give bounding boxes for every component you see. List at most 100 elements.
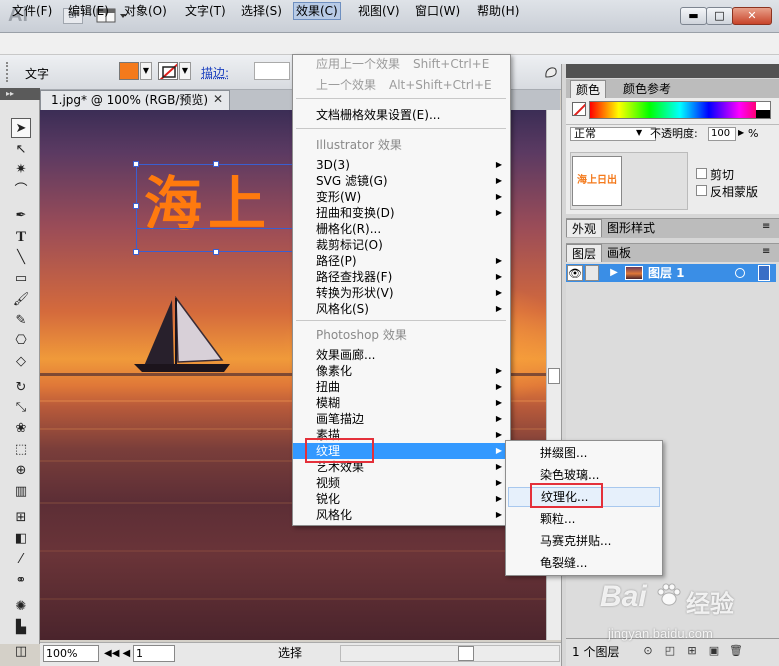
blend-mode-select[interactable]: 正常 xyxy=(570,127,656,141)
object-thumbnail[interactable]: 海上日出 xyxy=(572,156,622,206)
stroke-weight-field[interactable] xyxy=(254,62,290,80)
menu-stylize-illustrator[interactable]: 风格化(S) ▶ xyxy=(293,301,510,317)
menu-file[interactable]: 文件(F) xyxy=(10,2,54,20)
tab-color[interactable]: 颜色 xyxy=(570,80,607,98)
menu-pathfinder[interactable]: 路径查找器(F) ▶ xyxy=(293,269,510,285)
close-tab-icon[interactable]: ✕ xyxy=(210,90,226,108)
lock-toggle[interactable] xyxy=(585,265,599,281)
expand-triangle-icon[interactable]: ▶ xyxy=(608,265,620,281)
selection-handle[interactable] xyxy=(133,249,139,255)
menu-warp[interactable]: 变形(W) ▶ xyxy=(293,189,510,205)
menu-window[interactable]: 窗口(W) xyxy=(413,2,462,20)
horizontal-scroll-thumb[interactable] xyxy=(458,646,474,661)
menu-crop-marks[interactable]: 裁剪标记(O) xyxy=(293,237,510,253)
tab-color-guide[interactable]: 颜色参考 xyxy=(618,80,676,98)
layer-target-icon[interactable] xyxy=(735,268,745,278)
blob-brush-tool-icon[interactable]: ⎔ xyxy=(11,331,31,351)
gradient-tool-icon[interactable]: ◧ xyxy=(11,529,31,549)
panel-dock-grip[interactable] xyxy=(566,64,779,78)
vertical-scroll-thumb[interactable] xyxy=(548,368,560,384)
paintbrush-tool-icon[interactable]: 🖌 xyxy=(11,290,31,310)
eyedropper-tool-icon[interactable]: ⁄ xyxy=(11,550,31,570)
panel-menu-icon[interactable]: ≡ xyxy=(762,221,770,232)
menu-convert-to-shape[interactable]: 转换为形状(V) ▶ xyxy=(293,285,510,301)
lasso-tool-icon[interactable]: ⌒ xyxy=(11,181,31,201)
close-button[interactable]: ✕ xyxy=(732,7,772,25)
canvas-horizontal-scrollbar[interactable] xyxy=(340,645,560,662)
black-white-swatch[interactable] xyxy=(756,102,770,118)
zoom-level-field[interactable]: 100% xyxy=(43,645,99,662)
menu-view[interactable]: 视图(V) xyxy=(356,2,402,20)
fill-color-swatch[interactable] xyxy=(119,62,139,80)
menu-effect-gallery[interactable]: 效果画廊... xyxy=(293,347,510,363)
pen-tool-icon[interactable]: ✒ xyxy=(11,206,31,226)
menu-blur[interactable]: 模糊 ▶ xyxy=(293,395,510,411)
menu-distort-transform[interactable]: 扭曲和变换(D) ▶ xyxy=(293,205,510,221)
graph-tool-icon[interactable]: ▥ xyxy=(11,482,31,502)
blend-tool-icon[interactable]: ⚭ xyxy=(11,571,31,591)
submenu-grain[interactable]: 颗粒... xyxy=(508,509,660,529)
artboard-number-field[interactable]: 1 xyxy=(133,645,175,662)
direct-selection-tool-icon[interactable]: ↖ xyxy=(11,140,31,160)
document-tab[interactable]: 1.jpg* @ 100% (RGB/预览) xyxy=(40,90,230,110)
menu-stylize-photoshop[interactable]: 风格化 ▶ xyxy=(293,507,510,523)
line-tool-icon[interactable]: ╲ xyxy=(11,248,31,268)
type-tool-icon[interactable]: T xyxy=(11,227,31,247)
color-spectrum-bar[interactable] xyxy=(589,101,771,119)
submenu-stained-glass[interactable]: 染色玻璃... xyxy=(508,465,660,485)
menu-svg-filters[interactable]: SVG 滤镜(G) ▶ xyxy=(293,173,510,189)
menu-brush-strokes[interactable]: 画笔描边 ▶ xyxy=(293,411,510,427)
menu-sharpen[interactable]: 锐化 ▶ xyxy=(293,491,510,507)
menu-select[interactable]: 选择(S) xyxy=(239,2,284,20)
eraser-tool-icon[interactable]: ◇ xyxy=(11,352,31,372)
warp-tool-icon[interactable]: ❀ xyxy=(11,419,31,439)
tab-appearance[interactable]: 外观 xyxy=(566,219,603,237)
menu-last-effect[interactable]: 上一个效果 Alt+Shift+Ctrl+E xyxy=(293,77,510,93)
tab-layers[interactable]: 图层 xyxy=(566,244,603,262)
rotate-tool-icon[interactable]: ↻ xyxy=(11,378,31,398)
text-selection-box[interactable] xyxy=(136,164,296,252)
stroke-label[interactable]: 描边: xyxy=(201,64,229,81)
selection-handle[interactable] xyxy=(213,161,219,167)
shape-builder-tool-icon[interactable]: ⊕ xyxy=(11,461,31,481)
minimize-button[interactable]: ▬ xyxy=(680,7,707,25)
brush-icon[interactable] xyxy=(543,64,559,80)
menu-video[interactable]: 视频 ▶ xyxy=(293,475,510,491)
menu-pixelate[interactable]: 像素化 ▶ xyxy=(293,363,510,379)
tab-artboards[interactable]: 画板 xyxy=(602,244,636,262)
selection-handle[interactable] xyxy=(133,161,139,167)
menu-3d[interactable]: 3D(3) ▶ xyxy=(293,157,510,173)
menu-edit[interactable]: 编辑(E) xyxy=(66,2,111,20)
menu-distort[interactable]: 扭曲 ▶ xyxy=(293,379,510,395)
column-graph-tool-icon[interactable]: ▙ xyxy=(11,618,31,638)
free-transform-tool-icon[interactable]: ⬚ xyxy=(11,440,31,460)
submenu-craquelure[interactable]: 龟裂缝... xyxy=(508,553,660,573)
none-color-icon[interactable] xyxy=(572,102,586,116)
status-text[interactable]: 选择 xyxy=(278,645,302,662)
menu-object[interactable]: 对象(O) xyxy=(122,2,169,20)
opacity-field[interactable]: 100 xyxy=(708,127,736,141)
control-bar-grip[interactable] xyxy=(6,62,10,82)
menu-raster-settings[interactable]: 文档栅格效果设置(E)... xyxy=(293,107,510,123)
rectangle-tool-icon[interactable]: ▭ xyxy=(11,269,31,289)
visibility-eye-icon[interactable]: 👁 xyxy=(567,265,583,281)
layer-selection-indicator[interactable] xyxy=(758,265,770,281)
layers-menu-icon[interactable]: ≡ xyxy=(762,246,770,257)
menu-path[interactable]: 路径(P) ▶ xyxy=(293,253,510,269)
pencil-tool-icon[interactable]: ✎ xyxy=(11,311,31,331)
menu-apply-last-effect[interactable]: 应用上一个效果 Shift+Ctrl+E xyxy=(293,56,510,72)
menu-effect[interactable]: 效果(C) xyxy=(293,2,341,20)
clip-checkbox[interactable] xyxy=(696,168,707,179)
menu-help[interactable]: 帮助(H) xyxy=(475,2,521,20)
invert-mask-checkbox[interactable] xyxy=(696,185,707,196)
fill-dropdown-chevron-icon[interactable]: ▼ xyxy=(140,62,152,80)
symbol-sprayer-tool-icon[interactable]: ✺ xyxy=(11,597,31,617)
menu-type[interactable]: 文字(T) xyxy=(183,2,228,20)
opacity-chevron-icon[interactable]: ▶ xyxy=(738,128,744,137)
submenu-mosaic-tiles[interactable]: 马赛克拼贴... xyxy=(508,531,660,551)
selection-handle[interactable] xyxy=(133,203,139,209)
magic-wand-tool-icon[interactable]: ✷ xyxy=(11,160,31,180)
artboard-tool-icon[interactable]: ◫ xyxy=(11,642,31,662)
submenu-patchwork[interactable]: 拼缀图... xyxy=(508,443,660,463)
layer-name[interactable]: 图层 1 xyxy=(648,264,685,282)
